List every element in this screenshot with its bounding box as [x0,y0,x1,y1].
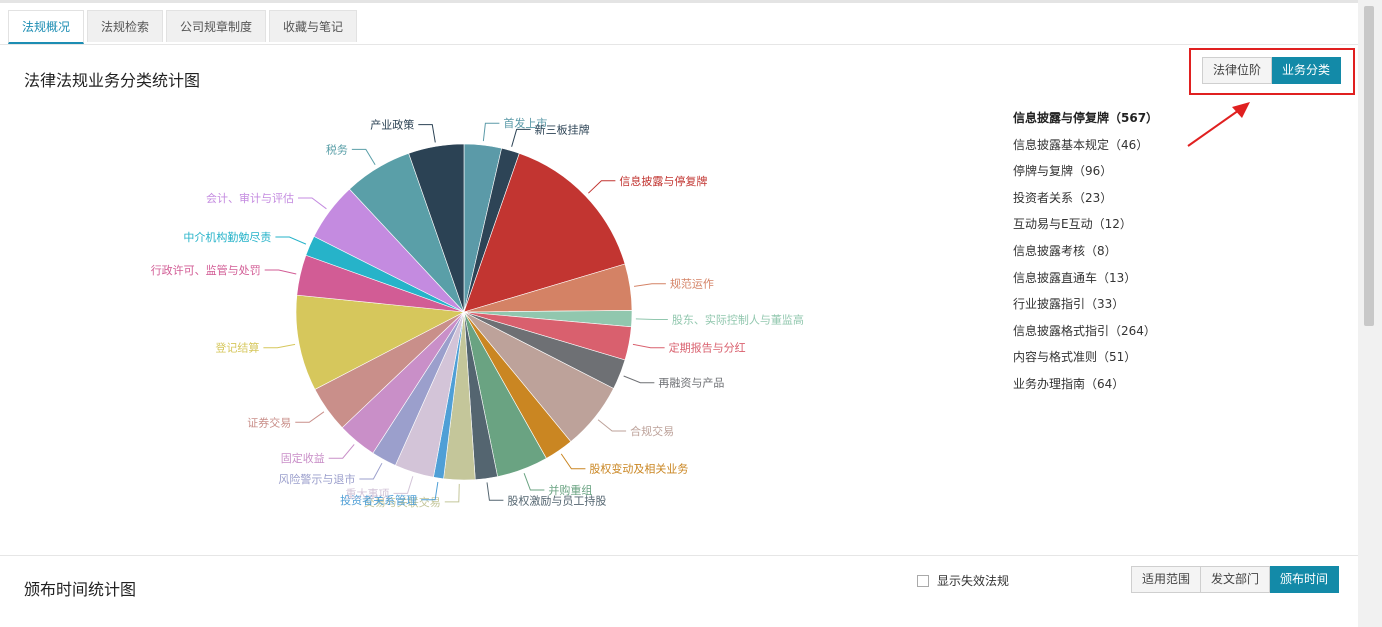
pie-leader-line [264,269,297,275]
pie-label: 重大事项 [345,486,389,500]
pie-leader-line [328,444,355,459]
show-invalid-label: 显示失效法规 [937,574,1010,588]
pie-leader-line [393,476,414,494]
pie-label: 中介机构勤勉尽责 [183,230,271,244]
pie-leader-line [623,375,655,384]
pie-leader-line [635,318,668,321]
legend-item[interactable]: 信息披露与停复牌（567） [1013,109,1158,136]
pie-leader-line [298,197,327,210]
tab-favorites-notes[interactable]: 收藏与笔记 [269,10,358,42]
scrollbar-thumb[interactable] [1364,6,1374,326]
pie-label: 会计、审计与评估 [206,191,294,205]
highlight-box [1189,48,1355,95]
pie-leader-line [634,283,666,287]
pie-label: 产业政策 [370,118,414,132]
pie-label: 信息披露与停复牌 [619,174,707,188]
section-title-date: 颁布时间统计图 [24,580,137,599]
pie-label: 合规交易 [630,424,674,438]
pie-label: 股权变动及相关业务 [589,462,688,476]
pie-leader-line [418,124,436,143]
show-invalid-toggle[interactable]: 显示失效法规 [917,572,1009,589]
pie-leader-line [351,148,376,165]
legend-item[interactable]: 投资者关系（23） [1013,189,1158,216]
pie-label: 行政许可、监管与处罚 [151,263,261,277]
legend-item[interactable]: 互动易与E互动（12） [1013,215,1158,242]
pie-leader-line [295,411,325,423]
pie-label: 新三板挂牌 [535,122,590,136]
pie-label: 定期报告与分红 [669,341,746,355]
pie-leader-line [486,482,504,501]
pie-chart: 首发上市新三板挂牌信息披露与停复牌规范运作股东、实际控制人与董监高定期报告与分红… [151,116,804,509]
pie-label: 固定收益 [281,451,325,465]
vertical-scrollbar[interactable] [1358,0,1382,627]
pie-leader-line [359,462,383,480]
pie-label: 股权激励与员工持股 [507,493,606,507]
pie-leader-line [597,419,627,432]
legend-item[interactable]: 内容与格式准则（51） [1013,348,1158,375]
annotation-arrow-icon [1187,102,1250,147]
pie-leader-line [482,122,500,142]
pie-label: 风险警示与退市 [278,472,355,486]
pie-label: 股东、实际控制人与董监高 [672,313,804,327]
issuing-department-button[interactable]: 发文部门 [1201,566,1271,593]
pie-label: 登记结算 [215,341,259,355]
legend-item[interactable]: 信息披露考核（8） [1013,242,1158,269]
issue-date-button[interactable]: 颁布时间 [1270,566,1340,593]
pie-leader-line [511,128,531,147]
main-panel: 法规概况 法规检索 公司规章制度 收藏与笔记 法律法规业务分类统计图 法律位阶 … [0,0,1358,627]
pie-leader-line [444,483,460,503]
section-divider [0,555,1358,556]
legend-item[interactable]: 信息披露基本规定（46） [1013,136,1158,163]
pie-label: 税务 [326,142,348,156]
legend-item[interactable]: 行业披露指引（33） [1013,295,1158,322]
legend-item[interactable]: 信息披露格式指引（264） [1013,322,1158,349]
pie-leader-line [560,453,586,470]
pie-leader-line [275,236,307,245]
tab-divider [0,44,1358,45]
tab-company-rules[interactable]: 公司规章制度 [166,10,267,42]
show-invalid-checkbox[interactable] [917,574,929,587]
tab-overview[interactable]: 法规概况 [8,10,85,44]
pie-leader-line [588,180,616,194]
pie-leader-line [523,472,545,491]
pie-leader-line [632,343,665,349]
pie-label: 证券交易 [247,415,291,429]
date-toggle-group: 适用范围 发文部门 颁布时间 [1131,566,1340,593]
legend-item[interactable]: 业务办理指南（64） [1013,375,1158,402]
category-legend: 信息披露与停复牌（567） 信息披露基本规定（46） 停牌与复牌（96） 投资者… [1013,109,1158,402]
tab-search[interactable]: 法规检索 [87,10,164,42]
tab-bar: 法规概况 法规检索 公司规章制度 收藏与笔记 [8,10,358,45]
pie-label: 规范运作 [670,277,714,291]
section-title-category: 法律法规业务分类统计图 [24,71,201,90]
pie-leader-line [263,343,296,349]
legend-item[interactable]: 信息披露直通车（13） [1013,269,1158,296]
scope-button[interactable]: 适用范围 [1131,566,1202,593]
legend-item[interactable]: 停牌与复牌（96） [1013,162,1158,189]
pie-label: 再融资与产品 [658,376,724,390]
